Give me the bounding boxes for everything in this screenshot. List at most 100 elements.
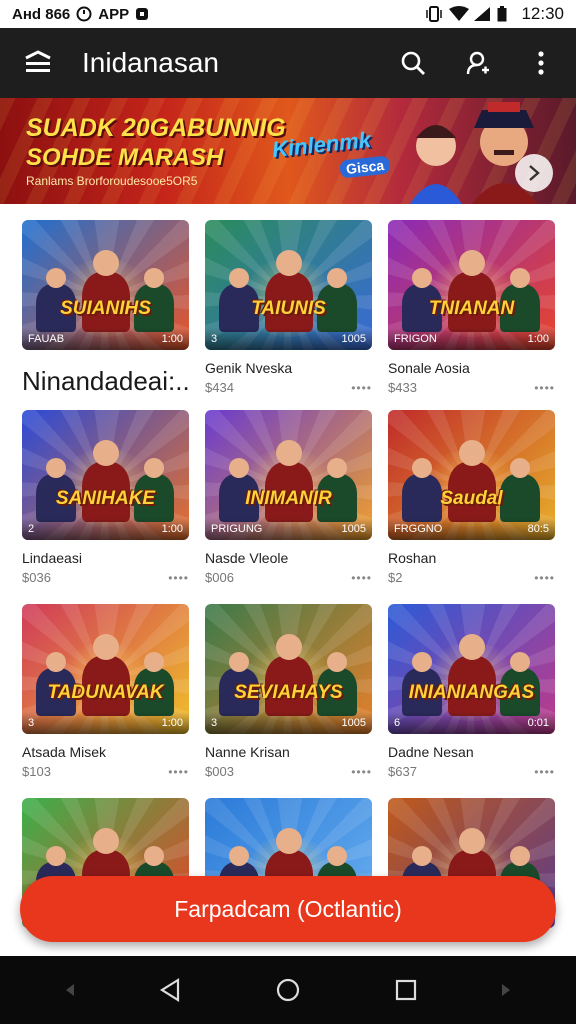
rating-dots-icon: •••• — [168, 570, 189, 585]
nav-forward-small[interactable] — [486, 956, 526, 1024]
game-card[interactable]: INIMANIR PRIGUNG 1005 Nasde Vleole $006 •••• — [205, 410, 372, 585]
back-icon — [159, 978, 180, 1002]
game-card[interactable]: SUIANIHS FAUAB 1:00 — [22, 220, 189, 350]
status-right: 12:30 — [425, 4, 564, 24]
share-button[interactable] — [460, 46, 494, 80]
thumbnail-badge: 2 — [28, 523, 35, 535]
game-card[interactable]: INIANIANGAS 6 0:01 Dadne Nesan $637 •••• — [388, 604, 555, 779]
thumbnail-overlay: FRGGNO 80:5 — [388, 518, 555, 540]
game-card[interactable]: TAIUNIS 3 1005 Genik Nveska $434 •••• — [205, 220, 372, 395]
game-meta: $2 •••• — [388, 570, 555, 585]
thumbnail-overlay: PRIGUNG 1005 — [205, 518, 372, 540]
game-card[interactable]: TADUNAVAK 3 1:00 Atsada Misek $103 •••• — [22, 604, 189, 779]
character-head — [276, 828, 302, 854]
banner-title: SUADK 20GABUNNIG — [26, 114, 286, 142]
character-head — [327, 458, 347, 478]
game-card[interactable]: SANIHAKE 2 1:00 Lindaeasi $036 •••• — [22, 410, 189, 585]
game-card[interactable]: Saudal FRGGNO 80:5 Roshan $2 •••• — [388, 410, 555, 585]
character-head — [327, 268, 347, 288]
home-icon — [276, 978, 300, 1002]
character-head — [46, 458, 66, 478]
game-meta: $003 •••• — [205, 764, 372, 779]
character-head — [459, 828, 485, 854]
game-thumbnail[interactable]: SUIANIHS FAUAB 1:00 — [22, 220, 189, 350]
game-card[interactable]: TNIANAN FRIGON 1:00 Sonale Aosia $433 •••• — [388, 220, 555, 395]
thumbnail-duration: 80:5 — [527, 523, 549, 535]
thumbnail-duration: 1:00 — [161, 333, 183, 345]
nav-home-button[interactable] — [268, 956, 308, 1024]
menu-button[interactable] — [18, 43, 58, 83]
thumbnail-overlay: 3 1005 — [205, 712, 372, 734]
character-head — [459, 250, 485, 276]
thumbnail-logo: INIANIANGAS — [408, 682, 535, 703]
game-title[interactable]: Sonale Aosia — [388, 360, 555, 376]
character-head — [510, 846, 530, 866]
more-button[interactable] — [524, 46, 558, 80]
timer-icon — [76, 6, 92, 22]
game-title[interactable]: Lindaeasi — [22, 550, 189, 566]
vibrate-icon — [425, 6, 443, 22]
nav-recents-button[interactable] — [386, 956, 426, 1024]
chevron-right-icon — [529, 165, 540, 181]
character-head — [229, 268, 249, 288]
game-card[interactable]: SEVIAHAYS 3 1005 Nanne Krisan $003 •••• — [205, 604, 372, 779]
game-meta: $433 •••• — [388, 380, 555, 395]
game-title[interactable]: Nanne Krisan — [205, 744, 372, 760]
game-meta: $036 •••• — [22, 570, 189, 585]
battery-icon — [497, 6, 513, 22]
game-thumbnail[interactable]: INIMANIR PRIGUNG 1005 — [205, 410, 372, 540]
character-head — [229, 652, 249, 672]
search-button[interactable] — [396, 46, 430, 80]
game-thumbnail[interactable]: SANIHAKE 2 1:00 — [22, 410, 189, 540]
game-thumbnail[interactable]: TAIUNIS 3 1005 — [205, 220, 372, 350]
thumbnail-duration: 1:00 — [161, 717, 183, 729]
forward-small-icon — [502, 984, 510, 996]
game-title[interactable]: Genik Nveska — [205, 360, 372, 376]
game-meta: $103 •••• — [22, 764, 189, 779]
game-thumbnail[interactable]: SEVIAHAYS 3 1005 — [205, 604, 372, 734]
rating-dots-icon: •••• — [534, 380, 555, 395]
recents-icon — [395, 979, 417, 1001]
thumbnail-logo: INIMANIR — [245, 488, 332, 509]
character-head — [412, 268, 432, 288]
clock: 12:30 — [521, 4, 564, 23]
game-thumbnail[interactable]: Saudal FRGGNO 80:5 — [388, 410, 555, 540]
thumbnail-badge: FAUAB — [28, 333, 65, 345]
game-meta: $434 •••• — [205, 380, 372, 395]
thumbnail-logo: Saudal — [440, 488, 503, 509]
promo-banner[interactable]: SUADK 20GABUNNIG SOHDE MARASH Ranlams Br… — [0, 98, 576, 204]
thumbnail-logo: SANIHAKE — [55, 488, 156, 509]
notification-icon — [135, 6, 151, 22]
banner-next-button[interactable] — [515, 154, 553, 192]
menu-icon — [25, 50, 51, 72]
thumbnail-logo: SUIANIHS — [60, 298, 151, 319]
character-head — [46, 652, 66, 672]
character-head — [459, 634, 485, 660]
game-thumbnail[interactable]: INIANIANGAS 6 0:01 — [388, 604, 555, 734]
thumbnail-badge: FRIGON — [394, 333, 437, 345]
game-title[interactable]: Atsada Misek — [22, 744, 189, 760]
thumbnail-duration: 0:01 — [527, 717, 549, 729]
rating-dots-icon: •••• — [351, 764, 372, 779]
thumbnail-overlay: 3 1005 — [205, 328, 372, 350]
rating-dots-icon: •••• — [168, 764, 189, 779]
nav-back-button[interactable] — [150, 956, 190, 1024]
system-nav-bar — [0, 956, 576, 1024]
banner-tagline: Ranlams Brorforoudesooe5OR5 — [26, 174, 198, 188]
game-thumbnail[interactable]: TNIANAN FRIGON 1:00 — [388, 220, 555, 350]
app-actions — [396, 46, 558, 80]
cta-button[interactable]: Farpadcam (Octlantic) — [20, 876, 556, 942]
thumbnail-badge: PRIGUNG — [211, 523, 263, 535]
character-head — [229, 846, 249, 866]
game-price: $103 — [22, 764, 51, 779]
game-title[interactable]: Roshan — [388, 550, 555, 566]
game-title[interactable]: Nasde Vleole — [205, 550, 372, 566]
nav-back-small[interactable] — [50, 956, 90, 1024]
game-title[interactable]: Dadne Nesan — [388, 744, 555, 760]
game-thumbnail[interactable]: TADUNAVAK 3 1:00 — [22, 604, 189, 734]
status-left: Aнd 866 APP — [12, 6, 151, 23]
thumbnail-logo: TAIUNIS — [251, 298, 326, 319]
thumbnail-logo: SEVIAHAYS — [234, 682, 343, 703]
character-head — [276, 634, 302, 660]
character-head — [459, 440, 485, 466]
